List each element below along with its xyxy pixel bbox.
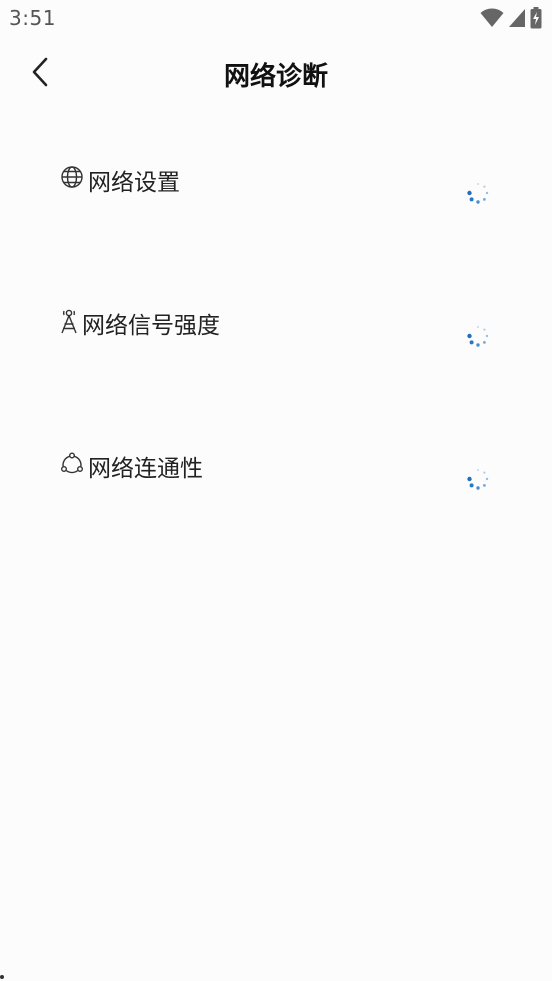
loading-spinner-icon	[466, 181, 490, 205]
status-bar: 3:51	[0, 0, 552, 38]
loading-spinner-icon	[466, 324, 490, 348]
status-icons	[480, 7, 542, 29]
home-indicator	[0, 975, 4, 979]
signal-tower-icon	[58, 308, 82, 334]
loading-spinner-icon	[466, 467, 490, 491]
diag-item-network-settings[interactable]: 网络设置	[0, 150, 552, 270]
diag-item-connectivity[interactable]: 网络连通性	[0, 436, 552, 556]
battery-charging-icon	[530, 7, 542, 29]
diag-item-label: 网络信号强度	[82, 313, 220, 339]
diag-item-signal-strength[interactable]: 网络信号强度	[0, 293, 552, 413]
page-title: 网络诊断	[223, 62, 328, 92]
diag-item-label: 网络连通性	[88, 456, 203, 482]
app-header: 网络诊断	[0, 38, 552, 110]
screen: 3:51 网络诊断 网络设置 网络信号强度 网络连通性	[0, 0, 552, 981]
status-time: 3:51	[9, 6, 56, 30]
globe-icon	[60, 165, 84, 189]
diag-item-label: 网络设置	[88, 170, 180, 196]
wifi-icon	[480, 8, 504, 28]
connectivity-icon	[60, 451, 84, 475]
cell-signal-icon	[508, 8, 526, 28]
